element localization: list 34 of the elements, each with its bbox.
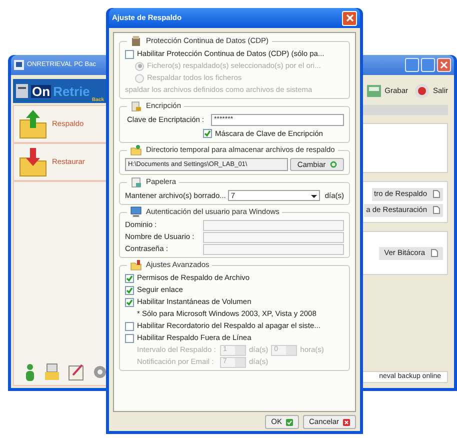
input-field[interactable] xyxy=(203,232,344,242)
input-field[interactable] xyxy=(203,244,344,254)
checkbox[interactable] xyxy=(125,50,134,58)
checkbox[interactable] xyxy=(125,286,134,294)
app-icon xyxy=(14,60,24,70)
computer-icon xyxy=(15,83,29,99)
notepad-icon xyxy=(68,363,84,381)
logo-text: On xyxy=(31,84,52,98)
maximize-button[interactable] xyxy=(421,58,435,72)
person-icon xyxy=(24,363,36,381)
folder-up-arrow-icon xyxy=(18,108,48,140)
printer-icon xyxy=(44,363,60,381)
close-icon xyxy=(346,14,354,22)
folder-down-arrow-icon xyxy=(18,146,48,178)
close-icon xyxy=(440,61,448,69)
checkbox[interactable] xyxy=(125,274,134,282)
key-document-icon xyxy=(130,100,142,112)
close-button[interactable] xyxy=(342,10,357,26)
logo-text: Retrie xyxy=(53,84,90,98)
checkbox[interactable] xyxy=(125,334,134,342)
input-field[interactable] xyxy=(203,220,344,230)
gear-icon xyxy=(92,363,108,381)
document-icon xyxy=(130,176,142,188)
minimize-button[interactable] xyxy=(405,58,419,72)
checkbox[interactable] xyxy=(203,129,212,138)
checkbox[interactable] xyxy=(125,322,134,330)
document-icon xyxy=(431,249,438,257)
folder-icon xyxy=(130,144,142,156)
close-button[interactable] xyxy=(437,58,451,72)
folder-icon xyxy=(130,259,142,271)
monitor-icon xyxy=(130,206,142,218)
check-icon xyxy=(286,418,293,426)
checkbox[interactable] xyxy=(125,298,134,306)
close-icon xyxy=(343,418,350,426)
